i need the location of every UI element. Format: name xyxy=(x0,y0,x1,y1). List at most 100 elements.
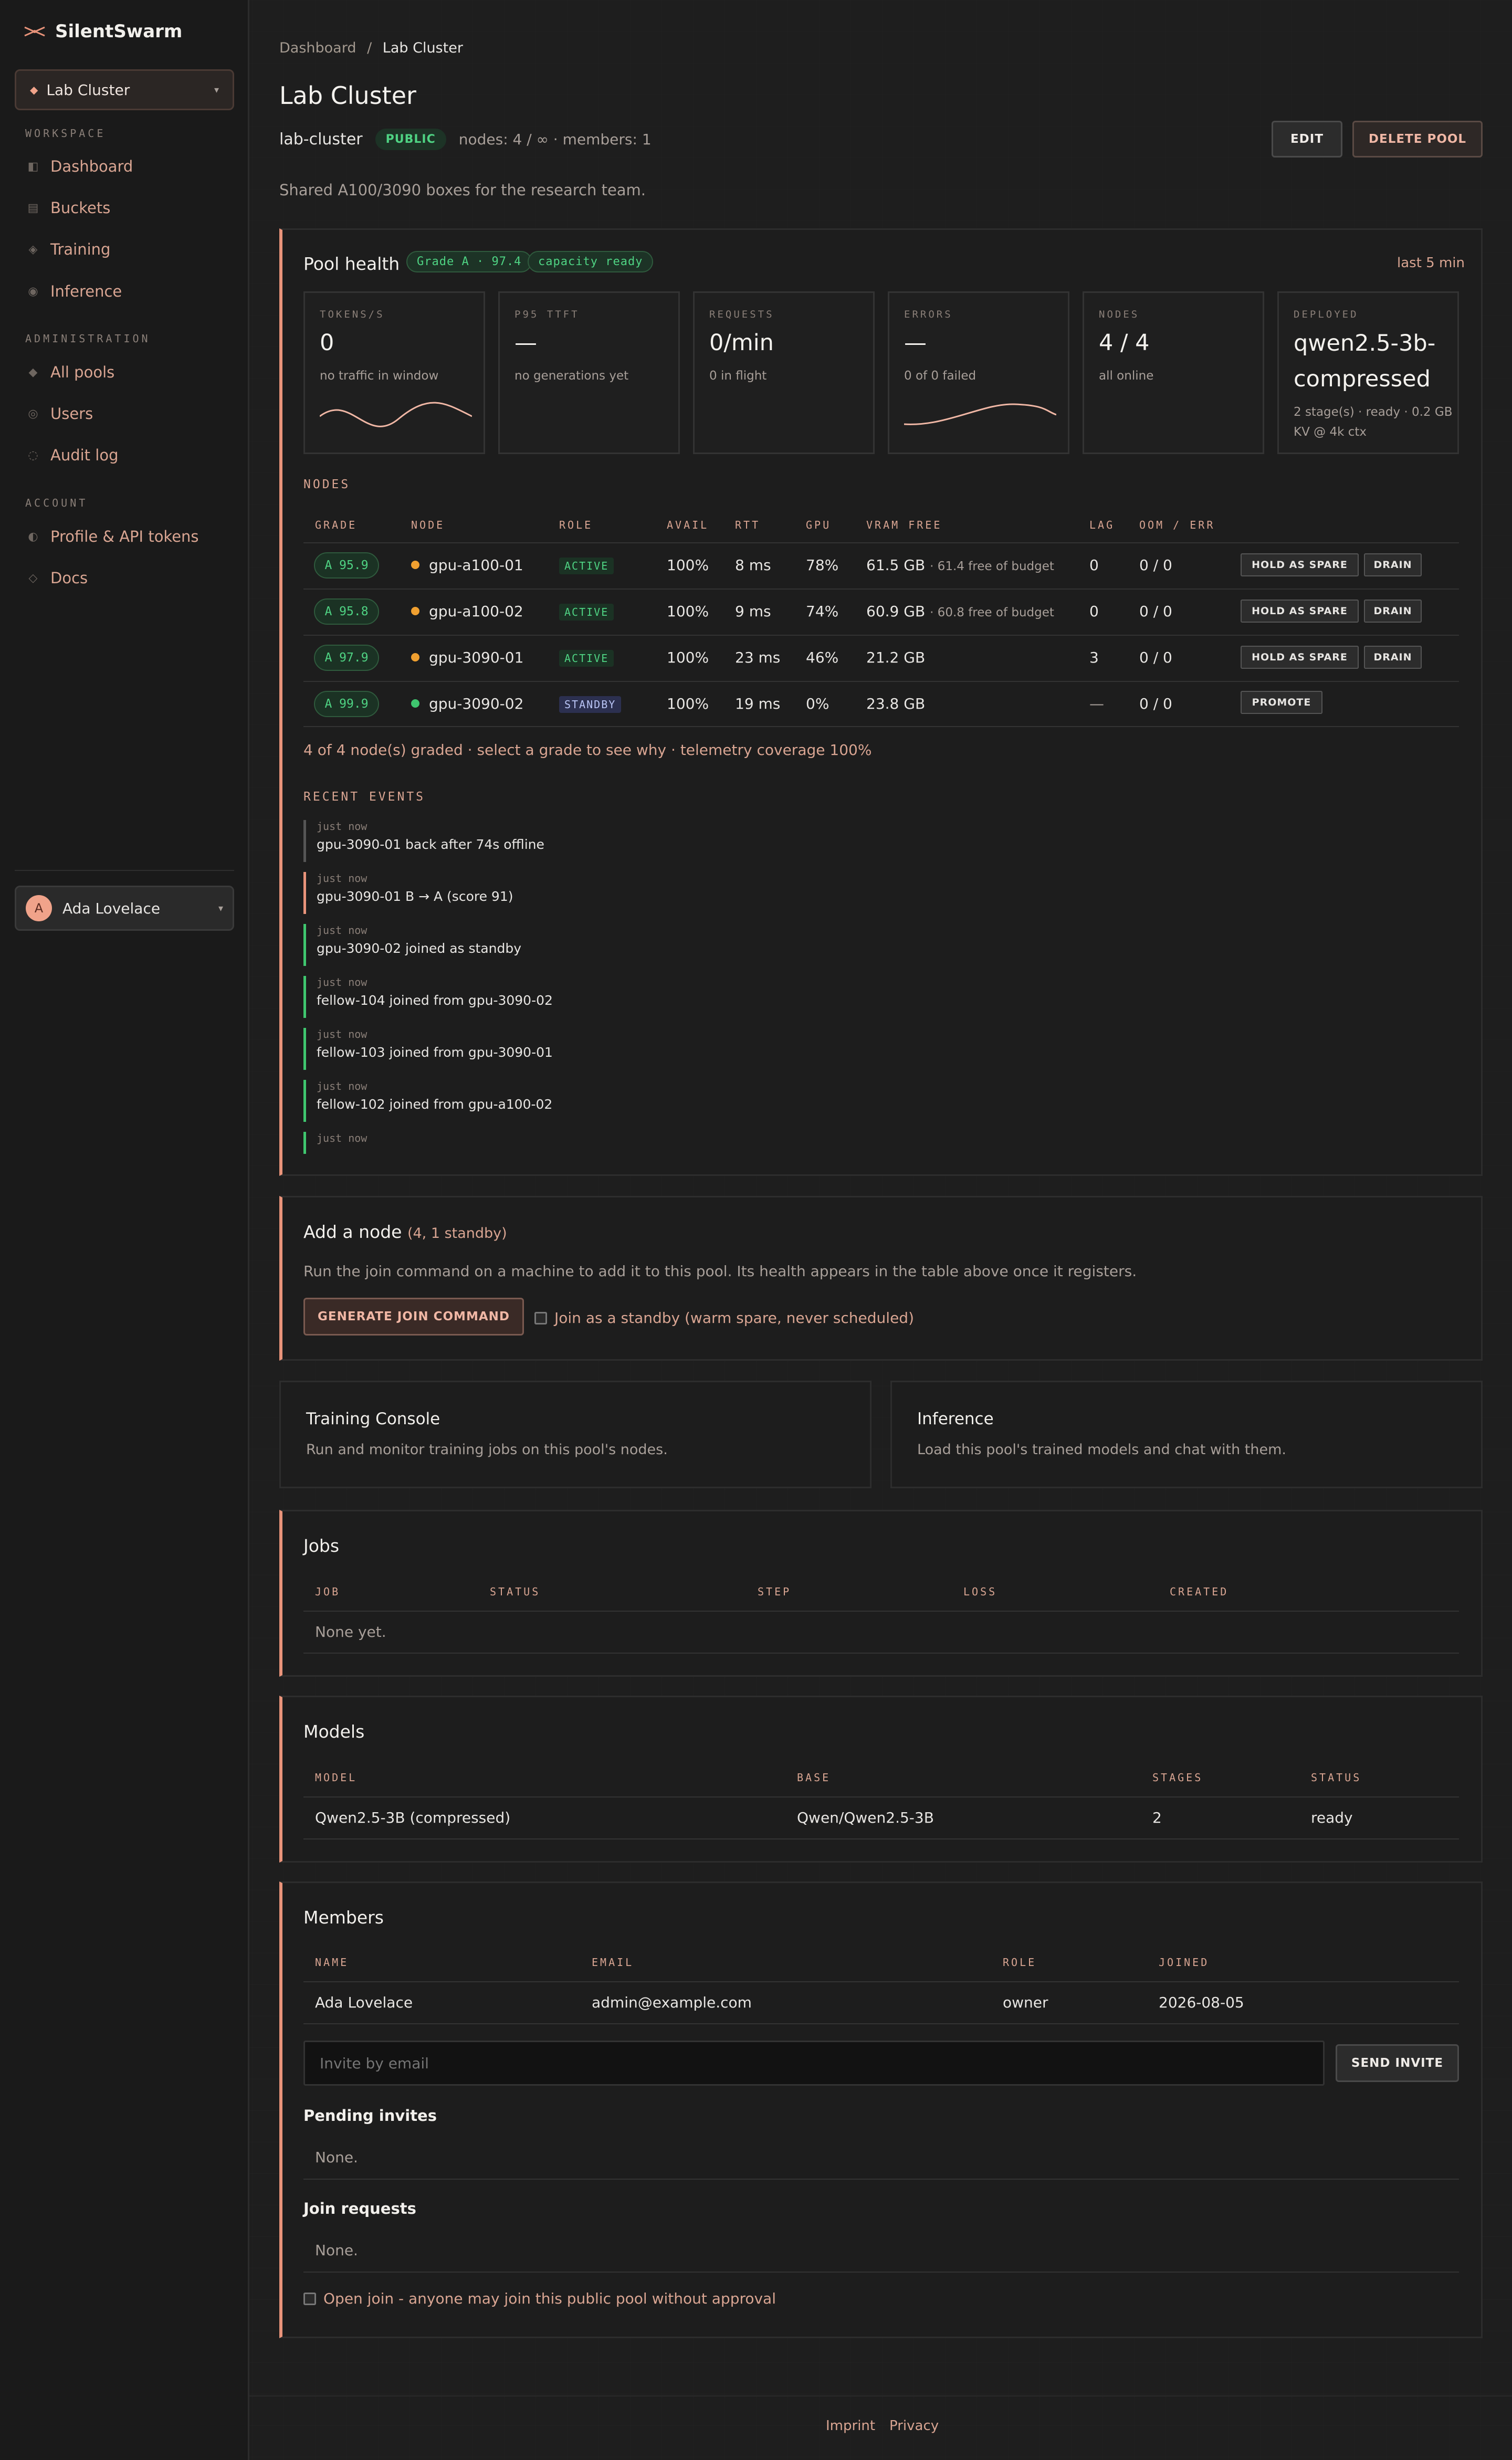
privacy-link[interactable]: Privacy xyxy=(889,2418,939,2434)
column-header: JOINED xyxy=(1159,1956,1210,1969)
brand[interactable]: SilentSwarm xyxy=(24,21,182,42)
member-joined: 2026-08-05 xyxy=(1159,1994,1244,2011)
sidebar-item-label: Docs xyxy=(50,569,88,587)
open-join-option[interactable]: Open join - anyone may join this public … xyxy=(303,2290,776,2307)
vram-cell: 61.5 GB · 61.4 free of budget xyxy=(866,556,1054,574)
lag-cell: 3 xyxy=(1089,649,1099,666)
grade-pill[interactable]: A 95.9 xyxy=(314,552,379,579)
sidebar-item-label: Buckets xyxy=(50,199,111,217)
invite-email-input[interactable] xyxy=(303,2041,1325,2086)
drain-button[interactable]: DRAIN xyxy=(1364,646,1422,669)
link-card-title: Inference xyxy=(917,1410,994,1428)
sparkline xyxy=(320,402,472,427)
sidebar-item-users[interactable]: ◎ Users xyxy=(27,405,93,423)
event-text: gpu-3090-01 back after 74s offline xyxy=(317,837,544,852)
deployed-model-line: qwen2.5-3b- xyxy=(1294,330,1436,356)
breadcrumb-root[interactable]: Dashboard xyxy=(279,40,356,56)
model-status: ready xyxy=(1311,1809,1353,1826)
event-item: just now fellow-102 joined from gpu-a100-… xyxy=(303,1080,552,1122)
sidebar-item-docs[interactable]: ◇ Docs xyxy=(27,569,88,587)
oom-cell: 0 / 0 xyxy=(1139,603,1172,620)
stat-sub: 0 in flight xyxy=(709,369,767,383)
model-name[interactable]: Qwen2.5-3B (compressed) xyxy=(315,1809,510,1826)
status-dot xyxy=(411,699,419,708)
sidebar-item-buckets[interactable]: ▤ Buckets xyxy=(27,199,111,217)
drain-button[interactable]: DRAIN xyxy=(1364,553,1422,576)
event-time: just now xyxy=(317,820,368,833)
brand-name: SilentSwarm xyxy=(55,21,183,42)
hold-as-spare-button[interactable]: HOLD AS SPARE xyxy=(1241,553,1359,576)
sidebar-item-inference[interactable]: ◉ Inference xyxy=(27,282,122,300)
imprint-link[interactable]: Imprint xyxy=(826,2418,875,2434)
training-icon: ◈ xyxy=(28,243,38,256)
sidebar-item-profile[interactable]: ◐ Profile & API tokens xyxy=(27,528,198,545)
add-node-title-text: Add a node xyxy=(303,1222,402,1242)
bucket-icon: ▤ xyxy=(27,201,39,215)
drain-button[interactable]: DRAIN xyxy=(1364,600,1422,623)
grade-badge[interactable]: Grade A · 97.4 xyxy=(406,251,532,272)
sidebar-item-dashboard[interactable]: ◧ Dashboard xyxy=(27,157,133,175)
event-text: fellow-102 joined from gpu-a100-02 xyxy=(317,1097,553,1112)
pools-icon: ◆ xyxy=(28,365,38,379)
stat-card-tokens: TOKENS/S 0 no traffic in window xyxy=(303,291,485,454)
event-time: just now xyxy=(317,1028,368,1040)
divider xyxy=(303,1796,1459,1797)
node-name[interactable]: gpu-a100-01 xyxy=(411,556,523,574)
user-name: Ada Lovelace xyxy=(62,899,161,917)
open-join-checkbox[interactable] xyxy=(303,2292,316,2305)
audit-icon: ◌ xyxy=(28,448,38,462)
pending-invites-empty: None. xyxy=(315,2149,358,2166)
node-name[interactable]: gpu-3090-02 xyxy=(411,695,523,712)
node-name-text: gpu-a100-02 xyxy=(429,603,523,620)
sidebar-item-all-pools[interactable]: ◆ All pools xyxy=(27,363,115,381)
event-item: just now fellow-104 joined from gpu-3090-… xyxy=(303,976,553,1018)
stat-card-nodes: NODES 4 / 4 all online xyxy=(1083,291,1264,454)
column-header: LAG xyxy=(1089,519,1115,531)
inference-card[interactable]: Inference Load this pool's trained models… xyxy=(890,1381,1483,1488)
grade-pill[interactable]: A 95.8 xyxy=(314,598,379,625)
jobs-empty: None yet. xyxy=(315,1623,386,1641)
delete-pool-button[interactable]: DELETE POOL xyxy=(1352,121,1483,157)
pool-selector[interactable]: ◆ Lab Cluster ▾ xyxy=(15,69,234,110)
generate-join-command-button[interactable]: GENERATE JOIN COMMAND xyxy=(303,1298,524,1336)
node-name-text: gpu-a100-01 xyxy=(429,556,523,574)
divider xyxy=(303,635,1459,636)
add-node-count: (4, 1 standby) xyxy=(407,1225,507,1242)
divider xyxy=(303,1611,1459,1612)
oom-cell: 0 / 0 xyxy=(1139,556,1172,574)
column-header: JOB xyxy=(315,1585,341,1598)
divider xyxy=(303,1981,1459,1982)
jobs-card xyxy=(279,1510,1483,1677)
edit-button[interactable]: EDIT xyxy=(1272,121,1342,157)
divider xyxy=(303,726,1459,727)
node-name[interactable]: gpu-3090-01 xyxy=(411,649,523,666)
docs-icon: ◇ xyxy=(28,571,38,585)
grade-pill[interactable]: A 99.9 xyxy=(314,691,379,717)
standby-checkbox[interactable] xyxy=(534,1311,547,1324)
pool-health-title: Pool health xyxy=(303,254,400,274)
grade-pill[interactable]: A 97.9 xyxy=(314,645,379,671)
event-item: just now gpu-3090-01 back after 74s offli… xyxy=(303,820,544,862)
sidebar-item-training[interactable]: ◈ Training xyxy=(27,240,111,258)
user-menu[interactable]: A Ada Lovelace ▾ xyxy=(15,886,234,931)
members-card xyxy=(279,1881,1483,2338)
stat-sub: no generations yet xyxy=(514,369,629,383)
hold-as-spare-button[interactable]: HOLD AS SPARE xyxy=(1241,600,1359,623)
column-header: STEP xyxy=(758,1585,792,1598)
pool-description: Shared A100/3090 boxes for the research … xyxy=(279,181,646,199)
promote-button[interactable]: PROMOTE xyxy=(1241,691,1322,714)
training-console-card[interactable]: Training Console Run and monitor training… xyxy=(279,1381,872,1488)
gpu-cell: 78% xyxy=(806,556,839,574)
hold-as-spare-button[interactable]: HOLD AS SPARE xyxy=(1241,646,1359,669)
column-header: RTT xyxy=(735,519,761,531)
sidebar-item-audit-log[interactable]: ◌ Audit log xyxy=(27,446,118,464)
send-invite-button[interactable]: SEND INVITE xyxy=(1336,2044,1459,2082)
event-item: just now xyxy=(303,1132,367,1154)
join-requests-title: Join requests xyxy=(303,2200,416,2217)
stat-label: REQUESTS xyxy=(709,309,774,320)
stat-label: P95 TTFT xyxy=(514,309,580,320)
footer-divider xyxy=(249,2395,1512,2396)
oom-cell: 0 / 0 xyxy=(1139,695,1172,712)
node-name[interactable]: gpu-a100-02 xyxy=(411,603,523,620)
standby-option[interactable]: Join as a standby (warm spare, never sch… xyxy=(534,1309,914,1327)
